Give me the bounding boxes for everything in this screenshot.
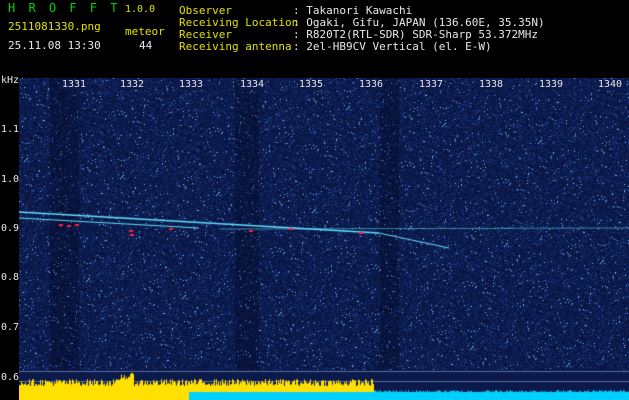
hrofft-window: H R O F F T 1.0.0 2511081330.png meteor … [0, 0, 629, 400]
meteor-label: meteor [125, 25, 165, 38]
y-axis-unit: kHz [1, 75, 20, 86]
x-tick-label: 1333 [178, 79, 205, 90]
file-name: 2511081330.png [8, 20, 101, 33]
x-tick-label: 1337 [418, 79, 445, 90]
x-tick-label: 1338 [478, 79, 505, 90]
y-tick-label: 1.1 [1, 124, 20, 135]
x-tick-label: 1335 [298, 79, 325, 90]
y-tick-label: 1.0 [1, 174, 20, 185]
x-tick-label: 1331 [61, 79, 88, 90]
x-tick-label: 1339 [538, 79, 565, 90]
app-title: H R O F F T [8, 1, 121, 15]
app-version: 1.0.0 [125, 4, 156, 15]
y-tick-label: 0.6 [1, 372, 20, 383]
y-tick-label: 0.7 [1, 322, 20, 333]
x-tick-label: 1340 [597, 79, 624, 90]
x-tick-label: 1332 [119, 79, 146, 90]
x-tick-label: 1334 [239, 79, 266, 90]
y-tick-label: 0.9 [1, 223, 20, 234]
info-value-antenna: : 2el-HB9CV Vertical (el. E-W) [293, 40, 492, 53]
x-tick-label: 1336 [358, 79, 385, 90]
y-tick-label: 0.8 [1, 272, 20, 283]
file-datetime: 25.11.08 13:30 [8, 39, 101, 52]
meteor-count: 44 [139, 39, 153, 52]
spectrogram-canvas [19, 78, 629, 400]
header-panel: H R O F F T 1.0.0 2511081330.png meteor … [0, 0, 629, 76]
info-label-antenna: Receiving antenna [179, 40, 292, 53]
